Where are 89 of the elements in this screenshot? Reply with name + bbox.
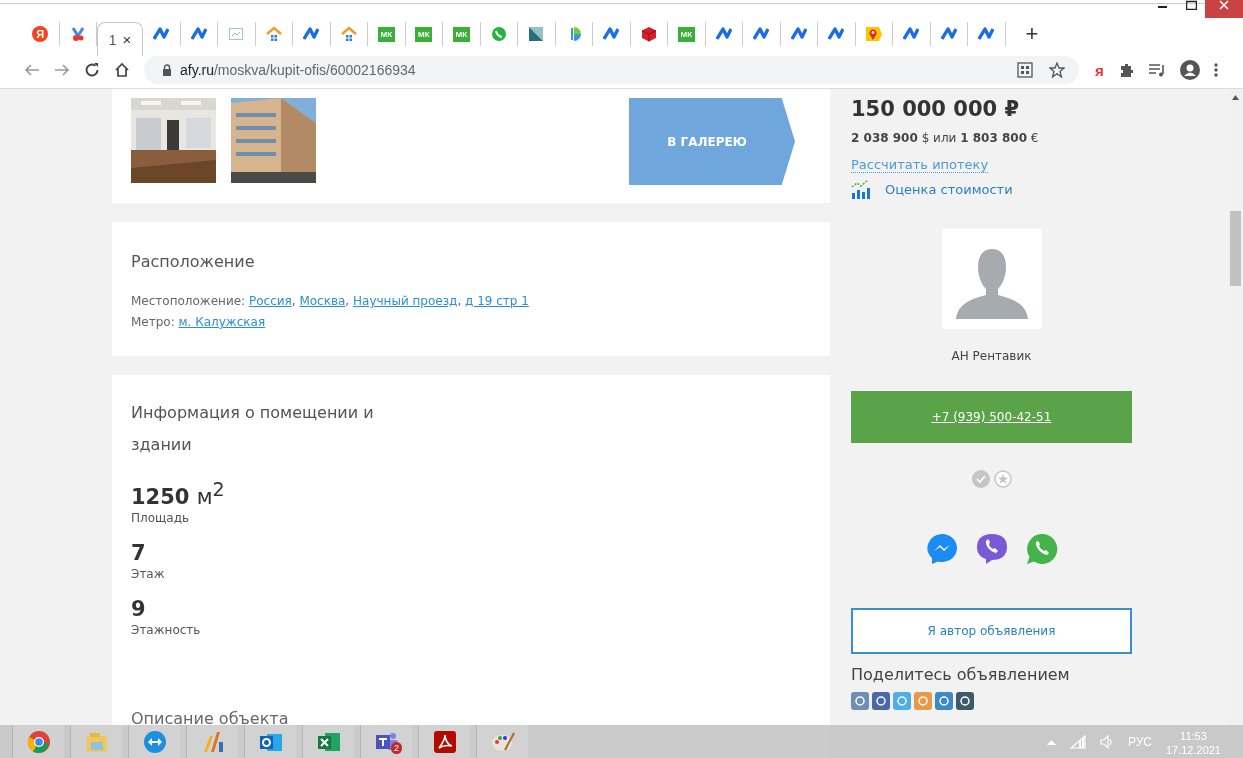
reload-icon[interactable]: [84, 62, 100, 78]
yandex-logo: Я: [32, 26, 49, 42]
author-button[interactable]: Я автор объявления: [851, 608, 1132, 654]
stat-value: 7: [131, 540, 147, 567]
logo-icon: [153, 26, 170, 42]
taskbar-button[interactable]: [12, 725, 64, 758]
taskbar-button[interactable]: [244, 725, 296, 758]
taskbar-button[interactable]: 2: [360, 725, 412, 758]
tab-title: 1: [108, 31, 117, 48]
phone-button[interactable]: +7 (939) 500-42-51: [851, 391, 1132, 443]
url-text: afy.ru/moskva/kupit-ofis/60002166934: [180, 62, 416, 78]
taskbar-button[interactable]: [186, 725, 238, 758]
scissors-icon: [69, 26, 86, 42]
qr-code-icon[interactable]: [1017, 62, 1033, 78]
bar-chart-icon: [851, 179, 873, 199]
lock-icon: [162, 64, 172, 76]
star-icon[interactable]: [1049, 62, 1065, 78]
taskbar-button[interactable]: [418, 725, 470, 758]
logo-icon: [190, 26, 207, 42]
forward-icon[interactable]: [54, 63, 70, 77]
section-title: Описание объекта: [131, 709, 290, 728]
location-link[interactable]: м. Калужская: [178, 315, 266, 329]
price-conversion: 2 038 900 $ или 1 803 800 €: [851, 131, 1040, 145]
browser-tab[interactable]: МК: [668, 22, 706, 46]
account-icon[interactable]: [1179, 60, 1200, 80]
close-icon: [1219, 0, 1229, 10]
tab-close-button[interactable]: ×: [122, 31, 132, 48]
browser-tab[interactable]: Я: [22, 22, 60, 46]
logo-icon: [790, 26, 807, 42]
logo-icon: [303, 26, 320, 42]
stat-label: Этаж: [131, 567, 166, 581]
mk-logo: МК: [677, 26, 695, 42]
address-bar[interactable]: afy.ru/moskva/kupit-ofis/60002166934: [144, 56, 1079, 84]
mk-logo: МК: [415, 26, 433, 42]
chat-bubble-icon: [490, 26, 507, 42]
stat-label: Площадь: [131, 511, 191, 525]
chrome-icon: [26, 729, 51, 754]
section-title: Информация о помещении и здании: [131, 402, 375, 456]
map-pin-icon: [865, 26, 882, 42]
logo-icon: [828, 26, 845, 42]
mk-logo: МК: [377, 26, 395, 42]
agent-name: АН Рентавик: [951, 349, 1032, 363]
menu-icon[interactable]: [1213, 62, 1218, 78]
mortgage-link[interactable]: Рассчитать ипотеку: [851, 157, 989, 173]
messenger-icon[interactable]: [925, 533, 958, 565]
browser-tab[interactable]: МК: [405, 22, 443, 46]
house-icon: [340, 26, 357, 42]
logo-icon: [978, 26, 995, 42]
logo-icon: [603, 26, 620, 42]
logo-icon: [715, 26, 732, 42]
location-line: Метро: м. Калужская: [131, 314, 267, 331]
taskbar-button[interactable]: [128, 725, 180, 758]
browser-tab[interactable]: 1 ×: [97, 22, 143, 56]
yandex-extension-button[interactable]: я: [1095, 61, 1104, 79]
teamviewer-icon: [142, 729, 167, 754]
location-link[interactable]: Россия: [248, 294, 292, 308]
cube-icon: [640, 26, 657, 42]
valuation-link[interactable]: Оценка стоимости: [885, 181, 1013, 197]
section-title: Поделитесь объявлением: [851, 665, 1071, 684]
chart-icon: [228, 26, 245, 42]
browser-tab[interactable]: МК: [443, 22, 481, 46]
stat-label: Этажность: [131, 623, 202, 637]
whatsapp-icon[interactable]: [1025, 533, 1058, 565]
section-title: Расположение: [131, 252, 256, 271]
mk-logo: МК: [452, 26, 470, 42]
browser-tab[interactable]: МК: [368, 22, 406, 46]
house-icon: [265, 26, 282, 42]
scrollbar-thumb[interactable]: [1230, 211, 1241, 286]
stat-value: 9: [131, 596, 147, 623]
back-icon[interactable]: [24, 63, 40, 77]
location-line: Местоположение: Россия, Москва, Научный проезд, д 19 стр 1: [131, 293, 530, 310]
price: 150 000 000 ₽: [851, 97, 1021, 121]
gallery-button[interactable]: В ГАЛЕРЕЮ: [629, 98, 795, 185]
logo-icon: [753, 26, 770, 42]
check-icon[interactable]: [971, 470, 990, 488]
new-tab-button[interactable]: +: [1025, 22, 1039, 46]
home-icon[interactable]: [114, 62, 130, 78]
maximize-icon: [1185, 0, 1197, 10]
pdf-icon: [432, 729, 457, 754]
viber-icon[interactable]: [975, 533, 1008, 565]
taskbar-button[interactable]: [476, 725, 528, 758]
scroll-up-icon[interactable]: [1232, 95, 1239, 100]
taskbar-button[interactable]: [302, 725, 354, 758]
location-link[interactable]: д 19 стр 1: [465, 294, 529, 308]
square-icon: [528, 26, 545, 42]
playlist-icon[interactable]: [1147, 63, 1166, 77]
logo-icon: [903, 26, 920, 42]
logo-icon: [940, 26, 957, 42]
notification-badge: 2: [391, 742, 402, 754]
